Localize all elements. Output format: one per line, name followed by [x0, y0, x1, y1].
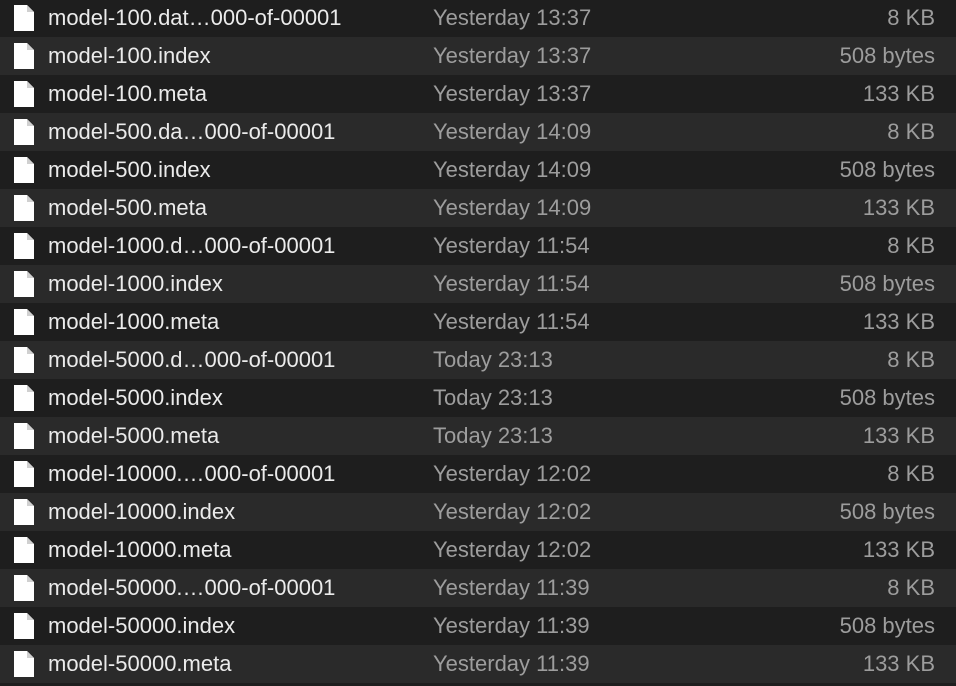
file-row[interactable]: model-100.dat…000-of-00001 Yesterday 13:…: [0, 0, 956, 37]
file-row[interactable]: model-100.index Yesterday 13:37 508 byte…: [0, 37, 956, 75]
file-row[interactable]: model-5000.index Today 23:13 508 bytes: [0, 379, 956, 417]
file-date-modified: Yesterday 11:39: [433, 651, 590, 676]
document-icon: [13, 536, 35, 564]
file-row[interactable]: model-1000.index Yesterday 11:54 508 byt…: [0, 265, 956, 303]
document-icon: [13, 232, 35, 260]
file-size: 508 bytes: [839, 271, 935, 296]
file-name: model-50000.…000-of-00001: [48, 575, 336, 600]
file-name: model-500.index: [48, 157, 211, 182]
file-name: model-10000.meta: [48, 537, 232, 562]
file-size: 508 bytes: [839, 43, 935, 68]
file-date-modified: Yesterday 13:37: [433, 81, 592, 106]
file-row[interactable]: model-1000.d…000-of-00001 Yesterday 11:5…: [0, 227, 956, 265]
file-name: model-1000.index: [48, 271, 223, 296]
file-row[interactable]: model-100.meta Yesterday 13:37 133 KB: [0, 75, 956, 113]
file-size: 508 bytes: [839, 499, 935, 524]
file-size: 8 KB: [887, 347, 935, 372]
file-size: 8 KB: [887, 233, 935, 258]
document-icon: [13, 4, 35, 32]
file-size: 8 KB: [887, 575, 935, 600]
file-date-modified: Yesterday 13:37: [433, 43, 592, 68]
file-name: model-1000.d…000-of-00001: [48, 233, 336, 258]
file-row[interactable]: model-500.meta Yesterday 14:09 133 KB: [0, 189, 956, 227]
file-date-modified: Yesterday 14:09: [433, 119, 592, 144]
file-row[interactable]: model-50000.index Yesterday 11:39 508 by…: [0, 607, 956, 645]
file-name: model-10000.index: [48, 499, 236, 524]
document-icon: [13, 384, 35, 412]
file-date-modified: Yesterday 12:02: [433, 499, 592, 524]
file-size: 8 KB: [887, 119, 935, 144]
file-date-modified: Yesterday 14:09: [433, 157, 592, 182]
file-size: 133 KB: [862, 309, 935, 334]
file-date-modified: Yesterday 12:02: [433, 537, 592, 562]
file-row[interactable]: model-5000.d…000-of-00001 Today 23:13 8 …: [0, 341, 956, 379]
file-name: model-1000.meta: [48, 309, 220, 334]
document-icon: [13, 308, 35, 336]
file-date-modified: Today 23:13: [433, 385, 553, 410]
document-icon: [13, 498, 35, 526]
file-size: 133 KB: [862, 423, 935, 448]
file-size: 8 KB: [887, 5, 935, 30]
document-icon: [13, 156, 35, 184]
file-date-modified: Yesterday 11:54: [433, 309, 590, 334]
file-name: model-500.meta: [48, 195, 207, 220]
document-icon: [13, 574, 35, 602]
document-icon: [13, 612, 35, 640]
file-name: model-50000.meta: [48, 651, 232, 676]
file-date-modified: Yesterday 13:37: [433, 5, 592, 30]
file-row[interactable]: model-10000.meta Yesterday 12:02 133 KB: [0, 531, 956, 569]
document-icon: [13, 80, 35, 108]
document-icon: [13, 346, 35, 374]
file-row[interactable]: model-50000.meta Yesterday 11:39 133 KB: [0, 645, 956, 683]
file-name: model-5000.d…000-of-00001: [48, 347, 336, 372]
file-name: model-10000.…000-of-00001: [48, 461, 336, 486]
file-date-modified: Yesterday 11:39: [433, 613, 590, 638]
file-row[interactable]: model-5000.meta Today 23:13 133 KB: [0, 417, 956, 455]
file-name: model-100.index: [48, 43, 211, 68]
file-row[interactable]: model-500.index Yesterday 14:09 508 byte…: [0, 151, 956, 189]
file-row[interactable]: model-500.da…000-of-00001 Yesterday 14:0…: [0, 113, 956, 151]
file-size: 8 KB: [887, 461, 935, 486]
file-row[interactable]: model-10000.…000-of-00001 Yesterday 12:0…: [0, 455, 956, 493]
file-name: model-50000.index: [48, 613, 236, 638]
document-icon: [13, 194, 35, 222]
document-icon: [13, 42, 35, 70]
file-name: model-5000.meta: [48, 423, 220, 448]
document-icon: [13, 118, 35, 146]
file-size: 508 bytes: [839, 613, 935, 638]
file-name: model-500.da…000-of-00001: [48, 119, 336, 144]
file-date-modified: Today 23:13: [433, 423, 553, 448]
file-row[interactable]: model-10000.index Yesterday 12:02 508 by…: [0, 493, 956, 531]
file-date-modified: Yesterday 11:39: [433, 575, 590, 600]
file-name: model-5000.index: [48, 385, 223, 410]
file-size: 133 KB: [862, 195, 935, 220]
file-size: 133 KB: [862, 537, 935, 562]
file-date-modified: Today 23:13: [433, 347, 553, 372]
file-size: 508 bytes: [839, 157, 935, 182]
file-name: model-100.meta: [48, 81, 207, 106]
file-list: model-100.dat…000-of-00001 Yesterday 13:…: [0, 0, 956, 686]
file-date-modified: Yesterday 14:09: [433, 195, 592, 220]
file-date-modified: Yesterday 11:54: [433, 271, 590, 296]
document-icon: [13, 422, 35, 450]
document-icon: [13, 460, 35, 488]
document-icon: [13, 650, 35, 678]
file-date-modified: Yesterday 11:54: [433, 233, 590, 258]
file-size: 133 KB: [862, 81, 935, 106]
file-size: 133 KB: [862, 651, 935, 676]
file-row[interactable]: model-1000.meta Yesterday 11:54 133 KB: [0, 303, 956, 341]
file-name: model-100.dat…000-of-00001: [48, 5, 342, 30]
file-row[interactable]: model-50000.…000-of-00001 Yesterday 11:3…: [0, 569, 956, 607]
document-icon: [13, 270, 35, 298]
file-date-modified: Yesterday 12:02: [433, 461, 592, 486]
file-size: 508 bytes: [839, 385, 935, 410]
